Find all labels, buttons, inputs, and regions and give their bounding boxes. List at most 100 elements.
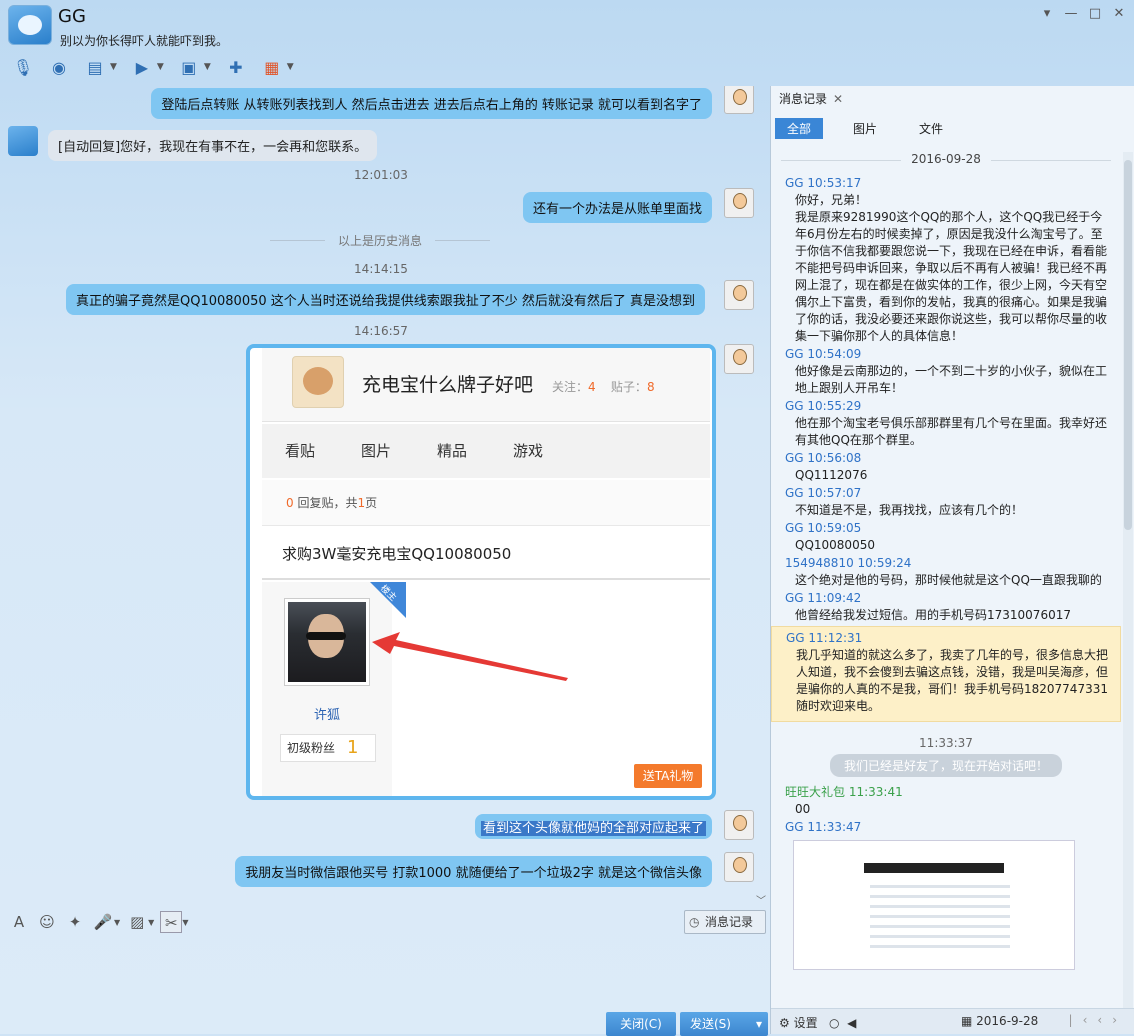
list-item: GG 10:56:08 QQ1112076 — [771, 449, 1121, 484]
send-button[interactable]: 发送(S) — [680, 1012, 768, 1036]
history-text: 不知道是不是，我再找找，应该有几个的！ — [795, 503, 1024, 517]
history-button[interactable]: 消息记录 — [684, 910, 766, 934]
search-icon[interactable]: ○ — [829, 1016, 839, 1030]
history-text: 他曾经给我发过短信。用的手机号码17310076017 — [795, 608, 1071, 622]
screenshot-thumbnail[interactable] — [793, 840, 1075, 970]
history-text: QQ10080050 — [795, 538, 875, 552]
close-icon[interactable]: ✕ — [833, 92, 843, 106]
settings-label: 设置 — [793, 1016, 818, 1030]
chevron-down-icon[interactable]: ▼ — [157, 62, 164, 72]
list-item: GG 10:59:05 QQ10080050 — [771, 519, 1121, 554]
tab-history[interactable]: 消息记录 ✕ — [779, 90, 843, 107]
image-message[interactable]: 充电宝什么牌子好吧 关注：4 贴子：8 看贴 图片 精品 游戏 0 回复贴，共1… — [246, 344, 716, 800]
my-avatar[interactable] — [724, 852, 754, 882]
magic-icon[interactable]: ✦ — [64, 911, 86, 933]
chat-bubble[interactable]: 登陆后点转账 从转账列表找到人 然后点击进去 进去后点右上角的 转账记录 就可以… — [151, 88, 712, 119]
scroll-down-icon[interactable]: ﹀ — [756, 892, 766, 907]
contact-name[interactable]: GG — [58, 6, 86, 27]
top-toolbar: 🎙 ◉ ▤ ▼ ▶ ▼ ▣ ▼ ✚ ▦ ▼ — [8, 54, 298, 80]
screenshot-icon[interactable]: ✂ — [160, 911, 183, 933]
chat-bubble[interactable]: 还有一个办法是从账单里面找 — [522, 192, 712, 223]
filter-images[interactable]: 图片 — [841, 118, 889, 139]
forum-nav: 看贴 图片 精品 游戏 — [262, 424, 710, 478]
auto-reply-bubble[interactable]: [自动回复]您好，我现在有事不在，一会再和您联系。 — [48, 130, 378, 161]
history-filters: 全部 图片 文件 — [775, 118, 955, 139]
minimize-icon[interactable]: — — [1064, 6, 1078, 21]
chevron-down-icon[interactable]: ▼ — [287, 62, 294, 72]
forum-header: 充电宝什么牌子好吧 关注：4 贴子：8 — [262, 348, 710, 422]
page-suffix: 页 — [365, 496, 378, 510]
timestamp: 14:16:57 — [354, 324, 408, 338]
file-transfer-icon[interactable]: ▶ — [127, 54, 157, 80]
chat-bubble[interactable]: 真正的骗子竟然是QQ10080050 这个人当时还说给我提供线索跟我扯了不少 然… — [66, 284, 706, 315]
op-ribbon-label: 楼主 — [378, 583, 398, 604]
my-avatar[interactable] — [724, 188, 754, 218]
history-text: QQ1112076 — [795, 468, 868, 482]
chevron-down-icon[interactable]: ▼ — [148, 918, 154, 927]
my-avatar[interactable] — [724, 280, 754, 310]
filter-all[interactable]: 全部 — [775, 118, 824, 139]
input-toolbar: A ☺ ✦ 🎤▼ ▨▼ ✂▼ 消息记录 — [0, 906, 770, 938]
chat-bubble[interactable]: 看到这个头像就他妈的全部对应起来了 — [474, 814, 712, 839]
posts-label: 贴子： — [610, 380, 647, 394]
forum-title: 充电宝什么牌子好吧 — [362, 374, 534, 396]
my-avatar[interactable] — [724, 86, 754, 114]
history-time: 11:33:37 — [919, 736, 973, 750]
history-header: GG 10:54:09 — [785, 347, 862, 361]
contact-avatar[interactable] — [8, 5, 52, 45]
red-arrow-annotation — [372, 632, 568, 681]
list-item: GG 10:57:07 不知道是不是，我再找找，应该有几个的！ — [771, 484, 1121, 519]
reply-text: 回复贴，共 — [293, 496, 358, 510]
history-scrollbar[interactable] — [1123, 152, 1133, 1012]
op-ribbon: 楼主 — [370, 582, 406, 618]
scroll-thumb[interactable] — [1124, 160, 1132, 530]
close-button[interactable]: 关闭(C) — [606, 1012, 676, 1036]
list-item: GG 11:33:47 — [771, 818, 1121, 836]
message-input[interactable] — [0, 938, 770, 1008]
footer-date[interactable]: ▦ 2016-9-28 — [961, 1014, 1038, 1028]
menu-icon[interactable]: ▾ — [1040, 6, 1054, 21]
speaker-icon[interactable]: ◀ — [847, 1016, 856, 1030]
history-header: GG 10:57:07 — [785, 486, 862, 500]
my-avatar[interactable] — [724, 810, 754, 840]
contact-avatar-small[interactable] — [8, 126, 38, 156]
microphone-icon[interactable]: 🎙 — [8, 54, 38, 80]
history-header: GG 10:59:05 — [785, 521, 862, 535]
star-badge-icon: 1 — [347, 737, 359, 758]
history-header: 154948810 10:59:24 — [785, 556, 912, 570]
selected-text[interactable]: 看到这个头像就他妈的全部对应起来了 — [480, 821, 706, 836]
maximize-icon[interactable]: □ — [1088, 6, 1102, 21]
poster-name: 许狐 — [313, 708, 340, 723]
history-header: GG 11:09:42 — [785, 591, 862, 605]
chevron-down-icon[interactable]: ▼ — [114, 918, 120, 927]
follow-label: 关注： — [552, 380, 589, 394]
emoji-icon[interactable]: ☺ — [36, 911, 58, 933]
list-item: GG 11:09:42 他曾经给我发过短信。用的手机号码17310076017 — [771, 589, 1121, 624]
tab-history-label: 消息记录 — [779, 92, 828, 106]
history-text: 你好，兄弟！ 我是原来9281990这个QQ的那个人，这个QQ我已经于今年6月份… — [795, 193, 1108, 343]
filter-files[interactable]: 文件 — [907, 118, 955, 139]
close-icon[interactable]: ✕ — [1112, 6, 1126, 21]
post-title: 求购3W毫安充电宝QQ10080050 — [262, 528, 710, 580]
voice-icon[interactable]: 🎤 — [92, 911, 114, 933]
chevron-down-icon[interactable]: ▼ — [204, 62, 211, 72]
apps-icon[interactable]: ▦ — [257, 54, 287, 80]
list-item: GG 10:53:17 你好，兄弟！ 我是原来9281990这个QQ的那个人，这… — [771, 174, 1121, 345]
chevron-down-icon[interactable]: ▼ — [182, 918, 188, 927]
settings-button[interactable]: ⚙ 设置 ○ ◀ — [779, 1014, 856, 1031]
screen-share-icon[interactable]: ▤ — [80, 54, 110, 80]
my-avatar[interactable] — [724, 344, 754, 374]
chat-bubble[interactable]: 我朋友当时微信跟他买号 打款1000 就随便给了一个垃圾2字 就是这个微信头像 — [235, 856, 712, 887]
history-text: 00 — [795, 802, 811, 816]
history-header: GG 10:55:29 — [785, 399, 862, 413]
history-header: GG 11:33:47 — [785, 820, 862, 834]
remote-assist-icon[interactable]: ▣ — [174, 54, 204, 80]
image-icon[interactable]: ▨ — [126, 911, 148, 933]
message-add-icon[interactable]: ✚ — [221, 54, 251, 80]
font-icon[interactable]: A — [8, 911, 30, 933]
page-nav[interactable]: |‹‹› — [1069, 1013, 1127, 1027]
poster-photo — [284, 598, 370, 686]
video-icon[interactable]: ◉ — [44, 54, 74, 80]
chevron-down-icon[interactable]: ▼ — [110, 62, 117, 72]
title-bar: GG 别以为你长得吓人就能吓到我。 ▾ — □ ✕ 🎙 ◉ ▤ ▼ ▶ ▼ ▣ ▼ ✚… — [0, 0, 1134, 86]
